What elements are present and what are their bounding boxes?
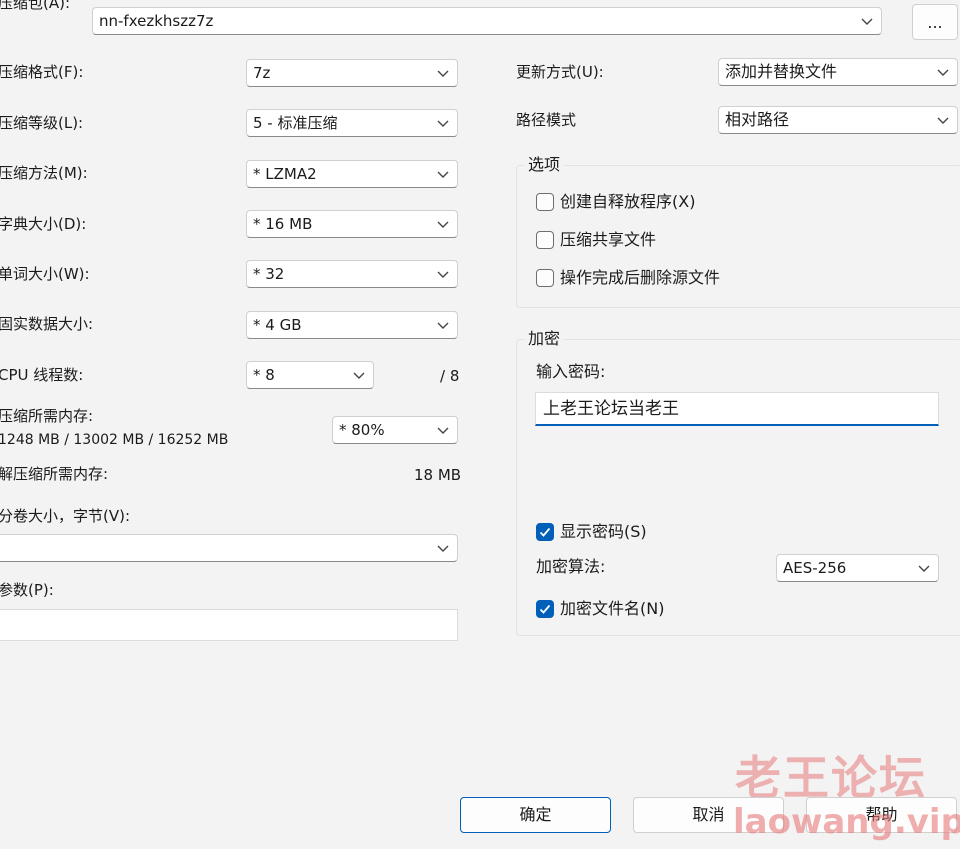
split-combo[interactable] — [0, 534, 458, 562]
level-select[interactable]: 5 - 标准压缩 — [246, 109, 458, 137]
browse-button[interactable]: ... — [912, 4, 958, 40]
threads-value: * 8 — [253, 366, 275, 384]
chevron-down-icon — [918, 565, 930, 572]
password-label: 输入密码: — [536, 362, 606, 381]
chevron-down-icon — [353, 372, 365, 379]
show-password-label: 显示密码(S) — [560, 522, 647, 541]
watermark-url: laowang.vip — [733, 802, 960, 842]
word-value: * 32 — [253, 265, 285, 283]
checkmark-icon — [539, 527, 551, 537]
encryption-group — [516, 339, 960, 636]
encrypt-names-label: 加密文件名(N) — [560, 599, 665, 618]
decomp-value: 18 MB — [414, 466, 462, 484]
chevron-down-icon — [437, 545, 449, 552]
chevron-down-icon — [437, 221, 449, 228]
encryption-method-select[interactable]: AES-256 — [776, 554, 939, 582]
chevron-down-icon — [937, 117, 949, 124]
archive-path-value: nn-fxezkhszz7z — [99, 12, 214, 30]
password-value: 上老王论坛当老王 — [543, 399, 679, 419]
chevron-down-icon — [437, 271, 449, 278]
encryption-method-label: 加密算法: — [536, 557, 606, 576]
solid-value: * 4 GB — [253, 316, 302, 334]
checkmark-icon — [539, 604, 551, 614]
dict-select[interactable]: * 16 MB — [246, 210, 458, 238]
shared-files-checkbox[interactable] — [536, 231, 554, 249]
params-label: 参数(P): — [0, 581, 54, 599]
encrypt-names-checkbox[interactable] — [536, 600, 554, 618]
word-select[interactable]: * 32 — [246, 260, 458, 288]
ok-button[interactable]: 确定 — [460, 797, 611, 833]
sfx-label: 创建自释放程序(X) — [560, 192, 696, 211]
update-label: 更新方式(U): — [516, 63, 604, 81]
params-input[interactable] — [0, 609, 458, 641]
encryption-method-value: AES-256 — [783, 559, 847, 577]
archive-path-combo[interactable]: nn-fxezkhszz7z — [92, 7, 882, 35]
dict-value: * 16 MB — [253, 215, 313, 233]
archive-label: 压缩包(A): — [0, 0, 71, 12]
chevron-down-icon — [437, 171, 449, 178]
delete-source-checkbox[interactable] — [536, 269, 554, 287]
solid-select[interactable]: * 4 GB — [246, 311, 458, 339]
format-value: 7z — [253, 64, 271, 82]
chevron-down-icon — [437, 322, 449, 329]
delete-source-label: 操作完成后删除源文件 — [560, 268, 721, 287]
chevron-down-icon — [861, 18, 873, 25]
dict-label: 字典大小(D): — [0, 215, 87, 233]
mem-value: * 80% — [339, 421, 385, 439]
threads-label: CPU 线程数: — [0, 366, 84, 384]
shared-files-label: 压缩共享文件 — [560, 230, 657, 249]
update-value: 添加并替换文件 — [725, 62, 838, 81]
path-mode-value: 相对路径 — [725, 110, 790, 129]
cancel-button-label: 取消 — [692, 805, 725, 824]
path-mode-select[interactable]: 相对路径 — [718, 106, 958, 134]
decomp-label: 解压缩所需内存: — [0, 465, 109, 483]
browse-button-label: ... — [927, 13, 943, 32]
mem-label: 压缩所需内存: — [0, 407, 94, 425]
sfx-checkbox[interactable] — [536, 193, 554, 211]
ok-button-label: 确定 — [519, 805, 552, 824]
method-select[interactable]: * LZMA2 — [246, 160, 458, 188]
format-select[interactable]: 7z — [246, 59, 458, 87]
level-value: 5 - 标准压缩 — [253, 114, 338, 132]
format-label: 压缩格式(F): — [0, 63, 84, 81]
path-mode-label: 路径模式 — [516, 111, 577, 129]
split-label: 分卷大小，字节(V): — [0, 507, 131, 525]
options-group-title: 选项 — [524, 155, 565, 175]
mem-select[interactable]: * 80% — [332, 416, 458, 444]
encryption-group-title: 加密 — [524, 329, 565, 349]
threads-max: / 8 — [440, 367, 460, 385]
mem-detail: 1248 MB / 13002 MB / 16252 MB — [0, 432, 229, 448]
chevron-down-icon — [437, 120, 449, 127]
chevron-down-icon — [437, 427, 449, 434]
threads-select[interactable]: * 8 — [246, 361, 374, 389]
chevron-down-icon — [437, 70, 449, 77]
chevron-down-icon — [937, 69, 949, 76]
solid-label: 固实数据大小: — [0, 315, 94, 333]
method-label: 压缩方法(M): — [0, 164, 88, 182]
word-label: 单词大小(W): — [0, 265, 90, 283]
level-label: 压缩等级(L): — [0, 114, 84, 132]
show-password-checkbox[interactable] — [536, 523, 554, 541]
password-input[interactable]: 上老王论坛当老王 — [535, 392, 939, 426]
method-value: * LZMA2 — [253, 165, 317, 183]
update-select[interactable]: 添加并替换文件 — [718, 58, 958, 86]
